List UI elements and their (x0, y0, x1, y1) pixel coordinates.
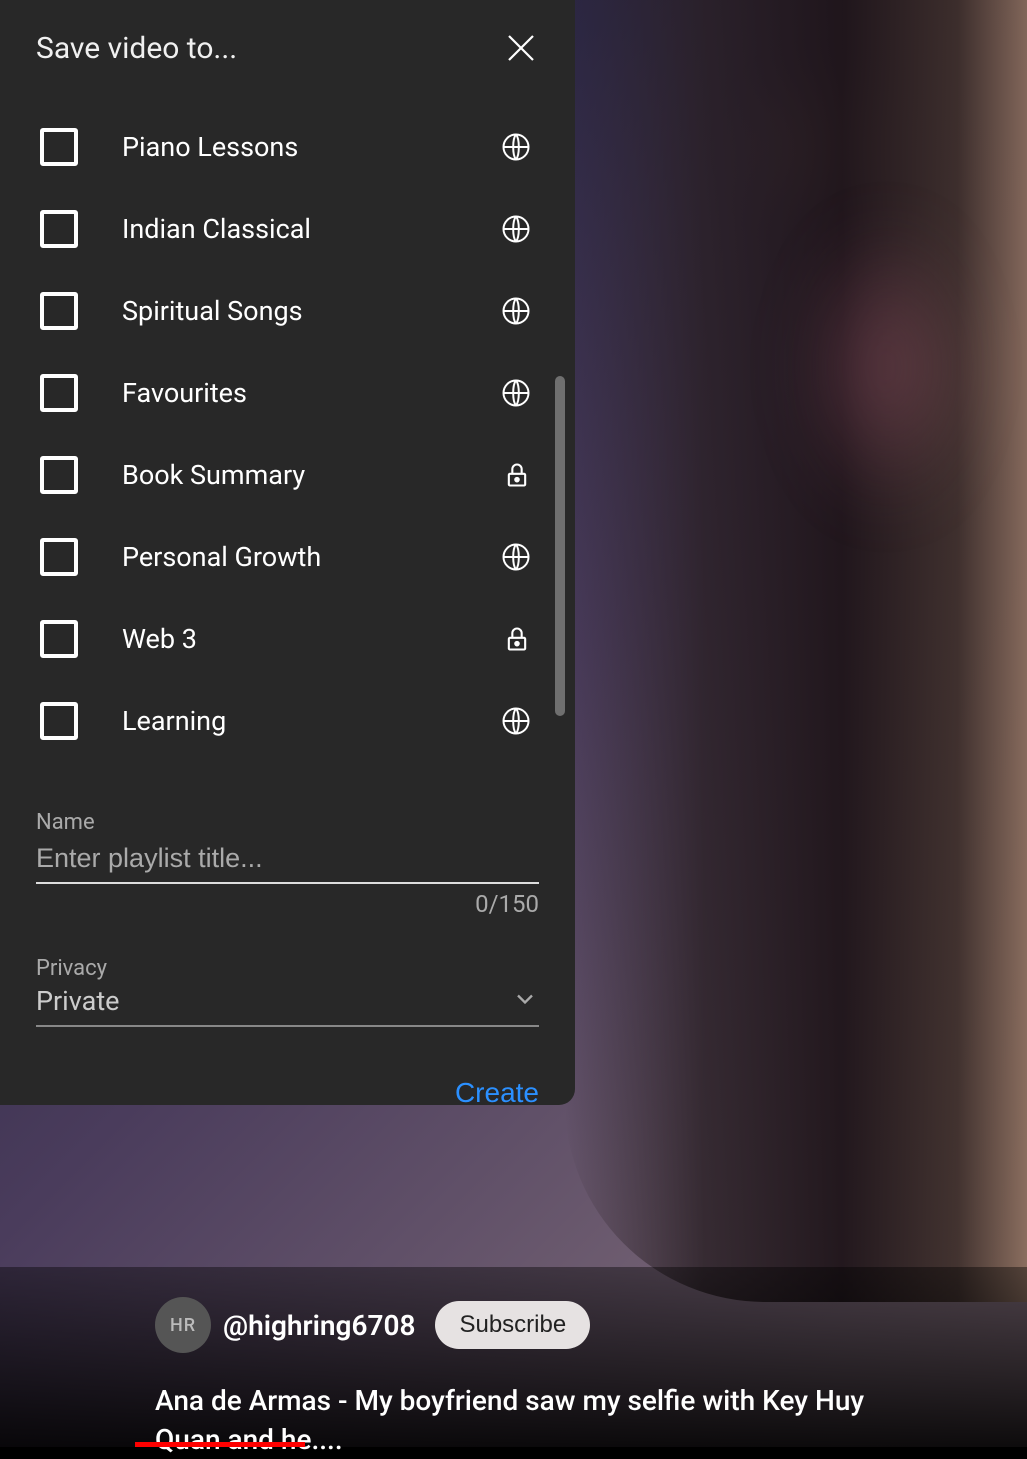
globe-icon (501, 296, 531, 326)
playlist-checkbox[interactable] (40, 538, 78, 576)
dialog-title: Save video to... (36, 31, 237, 66)
playlist-item[interactable]: Web 3 (36, 598, 539, 680)
playlist-item[interactable]: Personal Growth (36, 516, 539, 598)
dialog-header: Save video to... (36, 30, 539, 66)
chevron-down-icon (511, 985, 539, 1017)
playlist-item[interactable]: Favourites (36, 352, 539, 434)
playlist-name-label: Indian Classical (122, 213, 457, 245)
create-button[interactable]: Create (455, 1073, 539, 1113)
playlist-scrollbar[interactable] (555, 376, 565, 716)
playlist-checkbox[interactable] (40, 292, 78, 330)
lock-icon (503, 461, 531, 489)
playlist-item[interactable]: Spiritual Songs (36, 270, 539, 352)
channel-row: HR @highring6708 Subscribe (155, 1297, 1027, 1353)
new-playlist-form: Name 0/150 Privacy Private (36, 810, 539, 1027)
char-count: 0/150 (36, 890, 539, 918)
playlist-checkbox[interactable] (40, 702, 78, 740)
video-info-bar: HR @highring6708 Subscribe Ana de Armas … (0, 1267, 1027, 1447)
playlist-item[interactable]: Piano Lessons (36, 106, 539, 188)
playlist-checkbox[interactable] (40, 210, 78, 248)
channel-handle[interactable]: @highring6708 (223, 1309, 415, 1342)
playlist-name-label: Piano Lessons (122, 131, 457, 163)
globe-icon (501, 214, 531, 244)
globe-icon (501, 132, 531, 162)
privacy-dropdown[interactable]: Privacy Private (36, 956, 539, 1027)
playlist-item[interactable]: Book Summary (36, 434, 539, 516)
channel-avatar[interactable]: HR (155, 1297, 211, 1353)
privacy-selected-value: Private (36, 985, 119, 1017)
playlist-list: Piano Lessons Indian Classical Spiritual… (36, 106, 539, 762)
save-to-playlist-dialog: Save video to... Piano Lessons Indian Cl… (0, 0, 575, 1105)
playlist-name-label: Web 3 (122, 623, 459, 655)
playlist-name-label: Personal Growth (122, 541, 457, 573)
playlist-item[interactable]: Indian Classical (36, 188, 539, 270)
playlist-name-label: Favourites (122, 377, 457, 409)
close-button[interactable] (503, 30, 539, 66)
playlist-name-input[interactable] (36, 839, 539, 884)
globe-icon (501, 542, 531, 572)
video-title: Ana de Armas - My boyfriend saw my selfi… (155, 1381, 935, 1459)
playlist-item[interactable]: Learning (36, 680, 539, 762)
playlist-name-label: Learning (122, 705, 457, 737)
globe-icon (501, 706, 531, 736)
video-frame-person (565, 0, 1027, 1302)
lock-icon (503, 625, 531, 653)
playlist-checkbox[interactable] (40, 374, 78, 412)
subscribe-button[interactable]: Subscribe (435, 1301, 590, 1349)
playlist-checkbox[interactable] (40, 620, 78, 658)
globe-icon (501, 378, 531, 408)
privacy-field-label: Privacy (36, 956, 119, 981)
name-field-label: Name (36, 810, 539, 835)
playlist-checkbox[interactable] (40, 456, 78, 494)
video-progress-bar[interactable] (135, 1442, 305, 1447)
close-icon (503, 30, 539, 66)
playlist-name-label: Spiritual Songs (122, 295, 457, 327)
playlist-checkbox[interactable] (40, 128, 78, 166)
playlist-name-label: Book Summary (122, 459, 459, 491)
